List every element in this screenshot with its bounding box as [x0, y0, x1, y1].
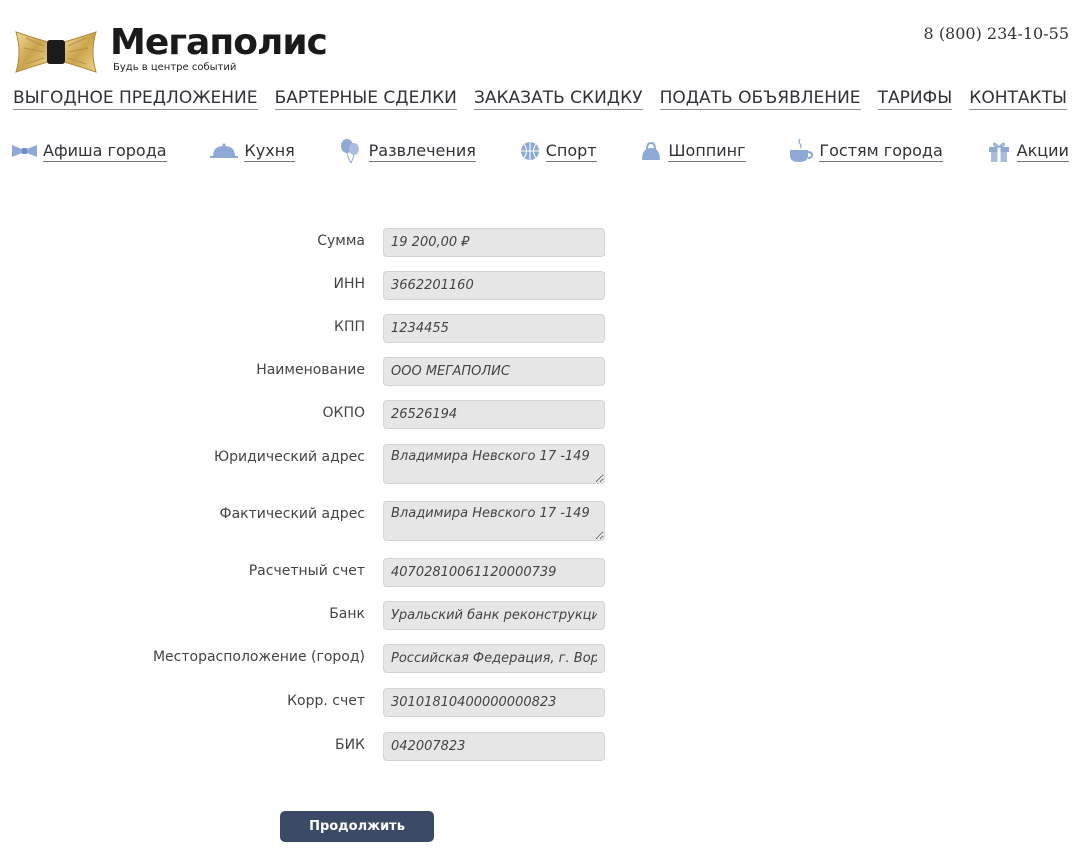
bowtie-icon [12, 145, 37, 157]
ball-icon [520, 142, 539, 160]
logo-tagline: Будь в центре событий [113, 62, 237, 73]
nav-contacts[interactable]: КОНТАКТЫ [969, 88, 1067, 110]
amount-field[interactable] [383, 228, 605, 257]
category-entertainment[interactable]: Развлечения [339, 138, 476, 164]
nav-barter-deals[interactable]: БАРТЕРНЫЕ СДЕЛКИ [274, 88, 457, 110]
continue-button[interactable]: Продолжить [280, 811, 434, 842]
category-label: Кухня [244, 140, 295, 162]
main-nav: ВЫГОДНОЕ ПРЕДЛОЖЕНИЕ БАРТЕРНЫЕ СДЕЛКИ ЗА… [13, 88, 1067, 110]
amount-label: Сумма [317, 233, 365, 249]
bag-icon [642, 141, 661, 160]
nav-tariffs[interactable]: ТАРИФЫ [877, 88, 953, 110]
okpo-label: ОКПО [322, 405, 365, 421]
category-label: Гостям города [819, 140, 943, 162]
corr-account-field[interactable] [383, 688, 605, 717]
nav-order-discount[interactable]: ЗАКАЗАТЬ СКИДКУ [473, 88, 643, 110]
corr-account-label: Корр. счет [287, 693, 365, 709]
okpo-field[interactable] [383, 400, 605, 429]
account-field[interactable] [383, 558, 605, 587]
inn-field[interactable] [383, 271, 605, 300]
cup-icon [790, 138, 814, 162]
bank-field[interactable] [383, 601, 605, 630]
category-shopping[interactable]: Шоппинг [640, 140, 746, 162]
category-label: Шоппинг [668, 140, 746, 162]
legal-address-textarea[interactable]: Владимира Невского 17 -149 [383, 444, 605, 484]
company-name-field[interactable] [383, 357, 605, 386]
nav-post-ad[interactable]: ПОДАТЬ ОБЪЯВЛЕНИЕ [659, 88, 861, 110]
legal-address-label: Юридический адрес [213, 449, 365, 465]
category-label: Спорт [545, 140, 597, 162]
location-field[interactable] [383, 644, 605, 673]
account-label: Расчетный счет [248, 563, 365, 579]
logo-title: Мегаполис [110, 22, 328, 63]
bank-label: Банк [329, 606, 365, 622]
actual-address-label: Фактический адрес [219, 506, 365, 522]
category-city-guests[interactable]: Гостям города [789, 138, 943, 164]
category-label: Афиша города [43, 140, 167, 162]
actual-address-textarea[interactable]: Владимира Невского 17 -149 [383, 501, 605, 541]
kpp-field[interactable] [383, 314, 605, 343]
bik-label: БИК [334, 737, 365, 753]
gift-icon [988, 142, 1009, 162]
category-kitchen[interactable]: Кухня [210, 140, 295, 162]
nav-best-offer[interactable]: ВЫГОДНОЕ ПРЕДЛОЖЕНИЕ [13, 88, 258, 110]
category-label: Акции [1016, 140, 1069, 162]
bik-field[interactable] [383, 732, 605, 761]
balloons-icon [340, 139, 359, 164]
company-name-label: Наименование [256, 362, 365, 378]
cloche-icon [210, 143, 239, 158]
category-city-events[interactable]: Афиша города [12, 141, 167, 162]
bowtie-logo-icon [15, 31, 97, 73]
category-sport[interactable]: Спорт [520, 141, 597, 162]
category-label: Развлечения [368, 140, 476, 162]
kpp-label: КПП [334, 319, 365, 335]
phone-number: 8 (800) 234-10-55 [923, 24, 1069, 43]
logo[interactable]: Мегаполис Будь в центре событий [14, 22, 354, 80]
inn-label: ИНН [333, 276, 365, 292]
category-nav: Афиша города Кухня Развлечения Спорт Шоп… [12, 138, 1069, 164]
category-promotions[interactable]: Акции [987, 139, 1069, 163]
location-label: Месторасположение (город) [152, 649, 365, 665]
